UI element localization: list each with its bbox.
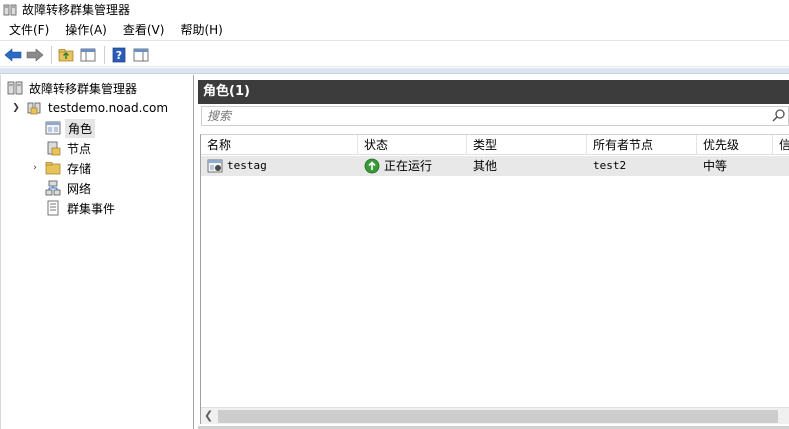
- toolbar: ?: [0, 43, 789, 67]
- cell-priority: 中等: [703, 159, 728, 173]
- status-running-icon: [364, 158, 380, 174]
- scroll-left-icon[interactable]: ❮: [204, 409, 213, 422]
- up-folder-button[interactable]: [56, 45, 76, 65]
- folder-up-icon: [58, 48, 74, 61]
- tree-item-label: 网络: [67, 181, 92, 196]
- cell-type: 其他: [473, 159, 498, 173]
- roles-table: 名称 状态 类型 所有者节点 优先级 信 testag 正在运行 其他 test…: [200, 134, 789, 424]
- forward-button[interactable]: [25, 45, 45, 65]
- table-header: 名称 状态 类型 所有者节点 优先级 信: [201, 135, 789, 155]
- scrollbar-thumb[interactable]: [218, 410, 778, 423]
- search-box: [201, 106, 789, 126]
- role-name: testag: [227, 159, 267, 172]
- show-hide-tree-button[interactable]: [78, 45, 98, 65]
- tree-item-storage[interactable]: › 存储: [29, 158, 93, 178]
- tree-item-label: 群集事件: [67, 201, 116, 216]
- search-icon[interactable]: [771, 108, 787, 124]
- tree-item-cluster-events[interactable]: 群集事件: [45, 198, 117, 218]
- roles-icon: [45, 120, 61, 136]
- svg-text:?: ?: [116, 49, 122, 62]
- menu-file[interactable]: 文件(F): [0, 20, 57, 40]
- help-button[interactable]: ?: [109, 45, 129, 65]
- tree-item-label: 角色: [65, 118, 96, 138]
- tree-item-network[interactable]: 网络: [45, 178, 93, 198]
- console-tree: 故障转移群集管理器 ❯ testdemo.noad.com 角色 节点 › 存储…: [0, 75, 194, 429]
- menu-help[interactable]: 帮助(H): [172, 20, 230, 40]
- menu-action[interactable]: 操作(A): [57, 20, 115, 40]
- column-header-priority[interactable]: 优先级: [697, 135, 773, 155]
- forward-arrow-icon: [26, 47, 44, 62]
- nodes-icon: [45, 140, 61, 156]
- column-header-info[interactable]: 信: [773, 135, 789, 155]
- menu-view[interactable]: 查看(V): [115, 20, 173, 40]
- tree-cluster-label: testdemo.noad.com: [48, 101, 169, 115]
- search-input[interactable]: [202, 107, 762, 125]
- window-title: 故障转移群集管理器: [22, 3, 131, 17]
- chevron-down-icon[interactable]: ❯: [10, 103, 22, 113]
- column-header-type[interactable]: 类型: [467, 135, 587, 155]
- tree-root[interactable]: 故障转移群集管理器: [7, 78, 139, 98]
- cluster-manager-icon: [7, 80, 23, 96]
- toolbar-strip: [0, 68, 789, 74]
- menu-bar: 文件(F) 操作(A) 查看(V) 帮助(H): [0, 20, 789, 41]
- cluster-icon: [26, 100, 42, 116]
- pane-header: 角色(1): [198, 80, 789, 104]
- status-text: 正在运行: [384, 159, 433, 173]
- tree-item-label: 节点: [67, 141, 92, 156]
- table-row[interactable]: testag 正在运行 其他 test2 中等: [201, 156, 789, 176]
- cluster-manager-icon: [3, 3, 17, 17]
- chevron-right-icon[interactable]: ›: [29, 163, 41, 173]
- tree-item-roles[interactable]: 角色: [45, 118, 96, 138]
- storage-icon: [45, 160, 61, 176]
- tree-item-nodes[interactable]: 节点: [45, 138, 93, 158]
- cell-name: testag: [201, 156, 358, 176]
- tree-item-label: 存储: [67, 161, 92, 176]
- toolbar-separator: [51, 45, 52, 64]
- column-header-name[interactable]: 名称: [201, 135, 358, 155]
- column-header-status[interactable]: 状态: [358, 135, 467, 155]
- console-tree-icon: [80, 48, 96, 61]
- cluster-events-icon: [45, 200, 61, 216]
- toolbar-separator: [104, 45, 105, 64]
- horizontal-scrollbar[interactable]: ❮: [201, 407, 789, 424]
- action-pane-icon: [133, 48, 149, 61]
- back-button[interactable]: [3, 45, 23, 65]
- show-hide-action-pane-button[interactable]: [131, 45, 151, 65]
- tree-root-label: 故障转移群集管理器: [29, 81, 138, 96]
- role-icon: [207, 158, 223, 174]
- help-icon: ?: [112, 47, 126, 62]
- cell-owner-node: test2: [593, 159, 627, 172]
- title-bar: 故障转移群集管理器: [0, 0, 789, 19]
- results-pane: 角色(1) 名称 状态 类型 所有者节点 优先级 信: [198, 75, 789, 429]
- back-arrow-icon: [4, 47, 22, 62]
- network-icon: [45, 180, 61, 196]
- cell-status: 正在运行: [358, 156, 467, 176]
- tree-cluster[interactable]: ❯ testdemo.noad.com: [10, 98, 170, 118]
- column-header-owner-node[interactable]: 所有者节点: [587, 135, 697, 155]
